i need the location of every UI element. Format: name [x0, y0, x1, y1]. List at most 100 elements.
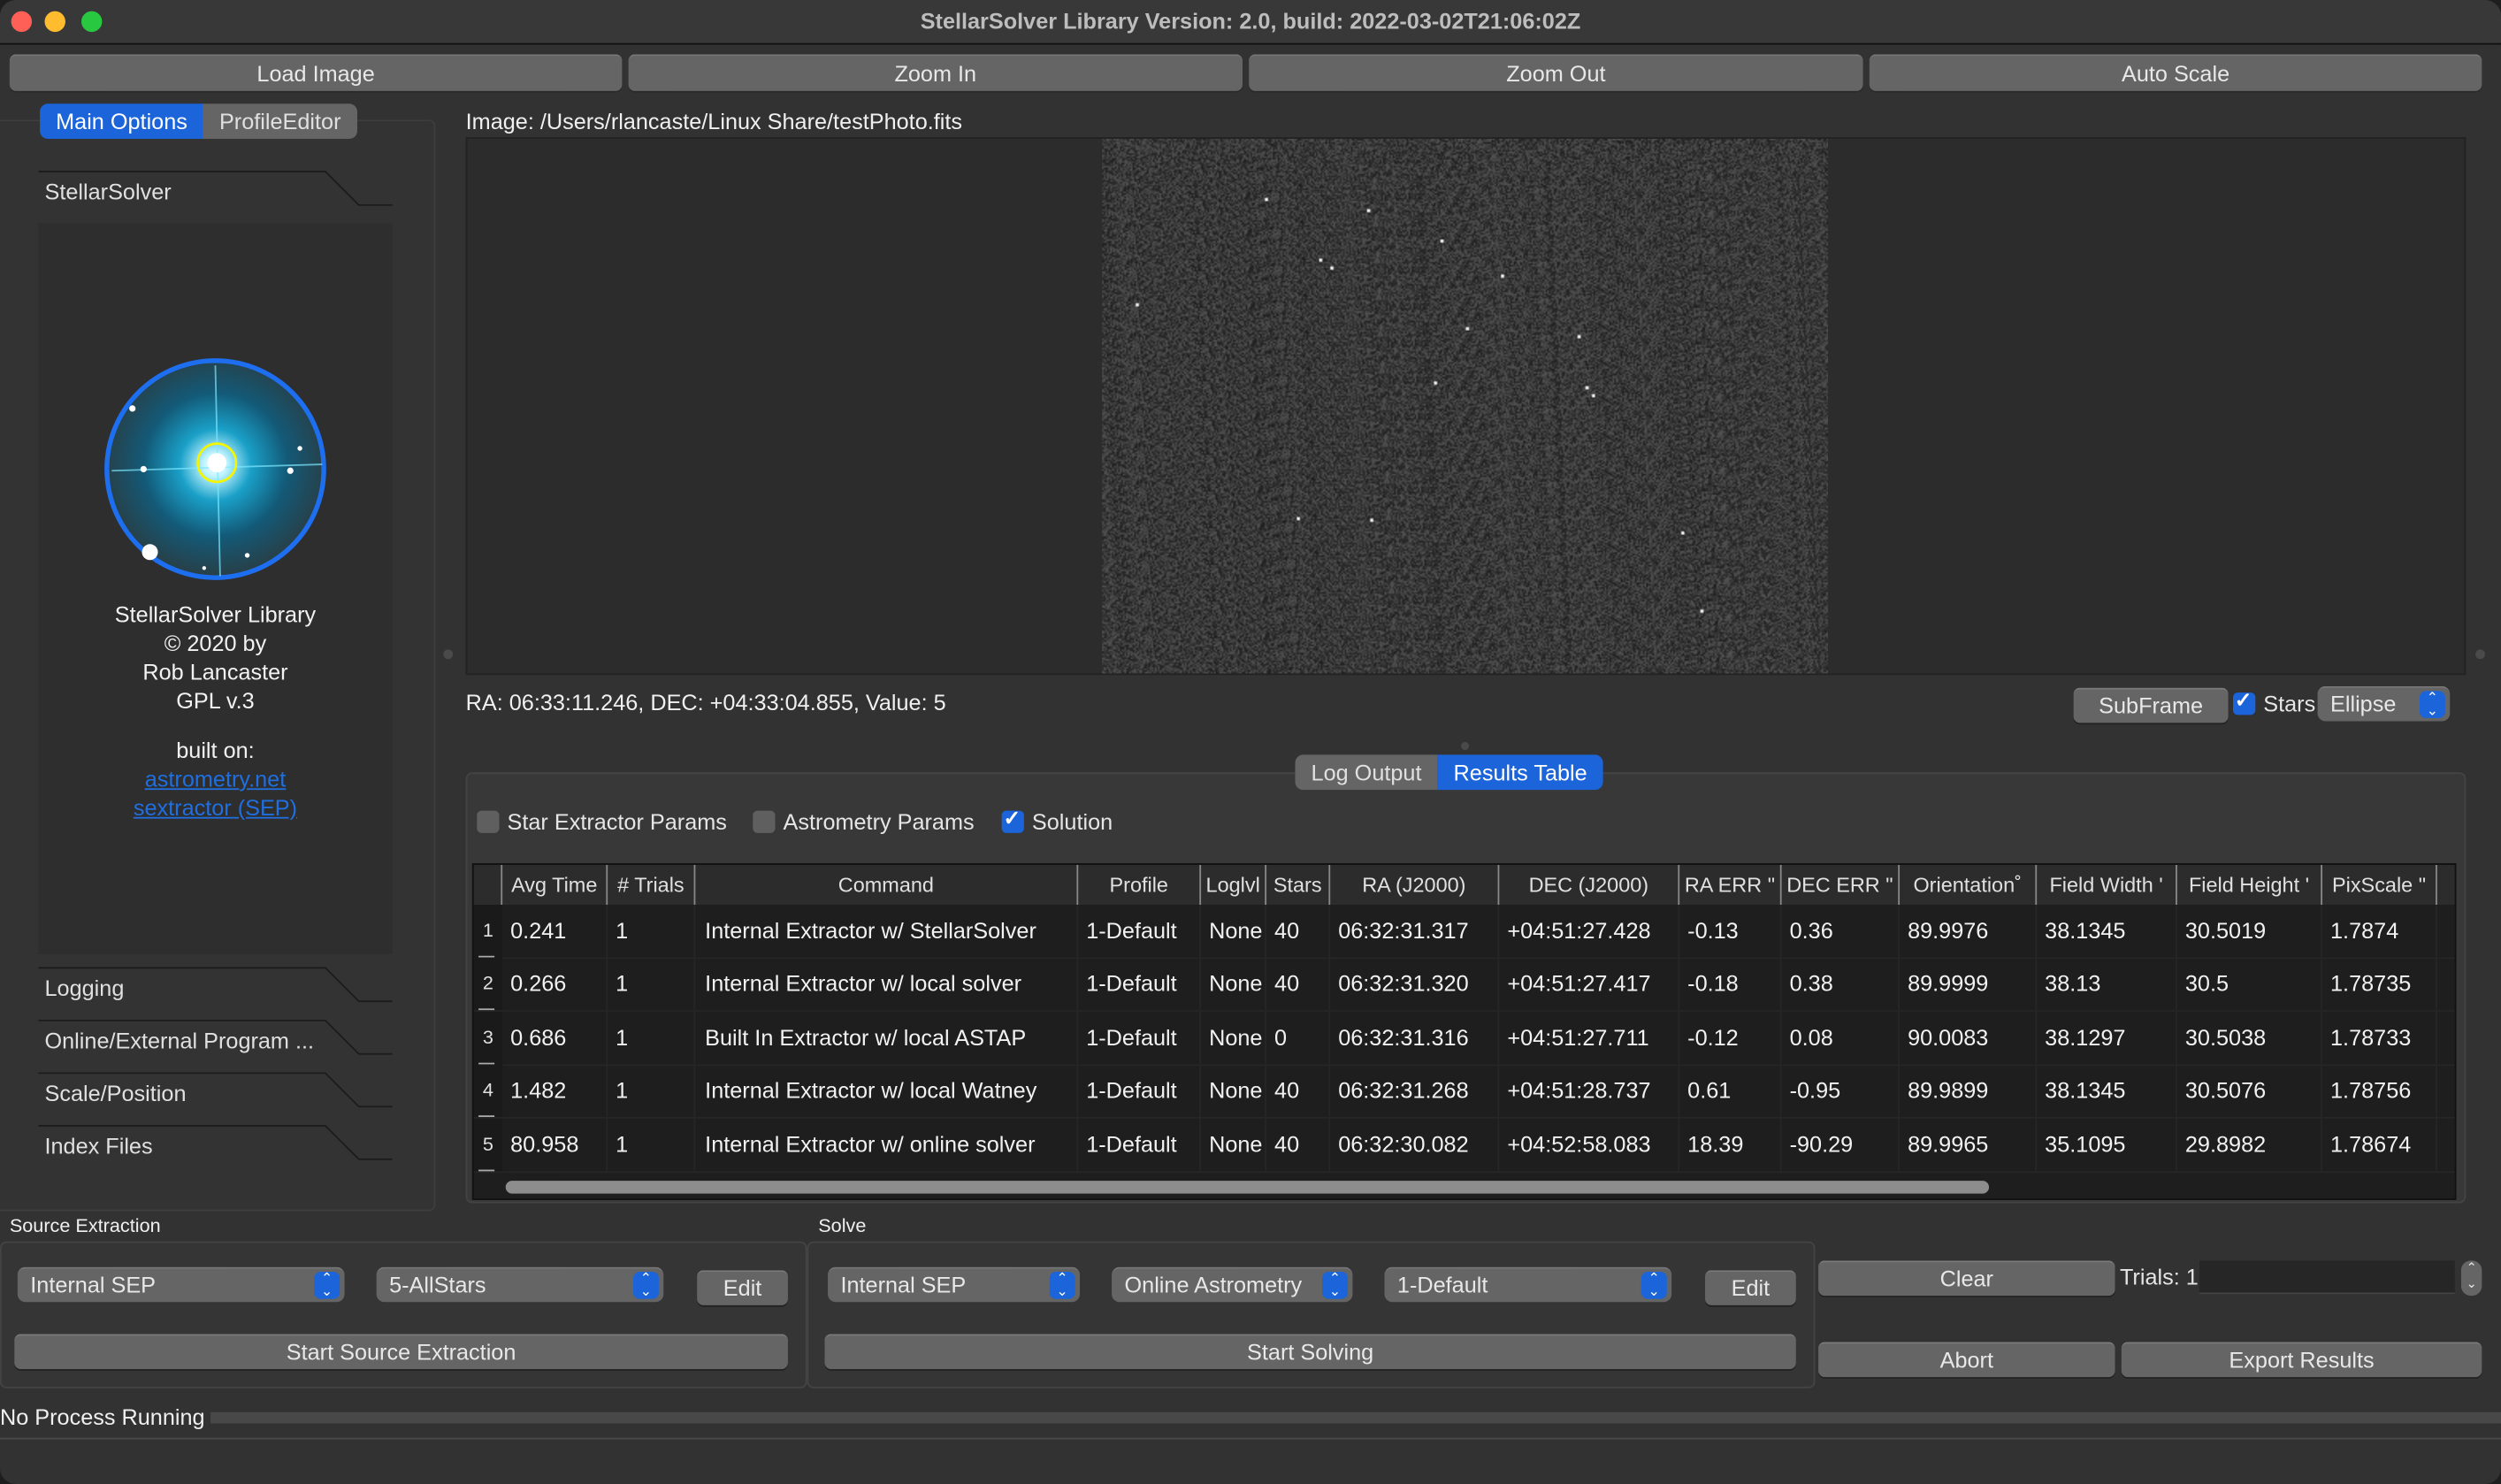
- column-header[interactable]: RA (J2000): [1330, 864, 1500, 906]
- table-cell: 1: [608, 1011, 696, 1065]
- app-window: StellarSolver Library Version: 2.0, buil…: [0, 0, 2501, 1484]
- tab-log-output[interactable]: Log Output: [1295, 754, 1438, 791]
- table-cell: +04:52:58.083: [1499, 1118, 1680, 1171]
- image-path-label: Image: /Users/rlancaste/Linux Share/test…: [465, 108, 963, 134]
- column-header[interactable]: Field Height ': [2177, 864, 2322, 906]
- table-cell: Internal Extractor w/ online solver: [695, 1118, 1079, 1171]
- table-cell: 80.958: [502, 1118, 608, 1171]
- section-scale-position[interactable]: Scale/Position: [38, 1072, 393, 1113]
- auto-scale-button[interactable]: Auto Scale: [1869, 54, 2482, 91]
- table-cell: 38.1297: [2037, 1011, 2177, 1065]
- column-header[interactable]: DEC ERR ": [1782, 864, 1901, 906]
- zoom-out-button[interactable]: Zoom Out: [1249, 54, 1863, 91]
- results-table[interactable]: Avg Time # Trials Command Profile Loglvl Star…: [471, 863, 2457, 1200]
- row-number[interactable]: 4: [473, 1064, 503, 1118]
- table-cell: 06:32:30.082: [1330, 1118, 1500, 1171]
- tab-results-table[interactable]: Results Table: [1437, 754, 1603, 791]
- splitter-handle[interactable]: [2475, 649, 2485, 660]
- table-cell: Internal Extractor w/ local Watney: [695, 1064, 1079, 1118]
- table-cell: -0.13: [1679, 905, 1782, 958]
- star-extractor-params-checkbox[interactable]: [477, 810, 500, 833]
- extraction-edit-button[interactable]: Edit: [697, 1270, 788, 1305]
- column-header[interactable]: Loglvl: [1201, 864, 1267, 906]
- column-header[interactable]: Profile: [1078, 864, 1202, 906]
- abort-button[interactable]: Abort: [1818, 1342, 2115, 1378]
- about-panel: StellarSolver Library © 2020 by Rob Lanc…: [38, 223, 393, 954]
- star-shape-select[interactable]: Ellipse ⌃ ⌄: [2317, 685, 2451, 722]
- table-cell: 89.9965: [1900, 1118, 2038, 1171]
- section-online-external-programs[interactable]: Online/External Program ...: [38, 1019, 393, 1061]
- source-extractor-select[interactable]: Internal SEP ⌃ ⌄: [17, 1266, 345, 1303]
- table-cell: 0.36: [1782, 905, 1901, 958]
- row-number[interactable]: 5: [473, 1118, 503, 1171]
- image-viewer[interactable]: [465, 137, 2467, 676]
- stars-checkbox[interactable]: [2232, 688, 2256, 715]
- title-bar: StellarSolver Library Version: 2.0, buil…: [0, 0, 2501, 45]
- table-cell: 30.5076: [2177, 1064, 2322, 1118]
- clear-button[interactable]: Clear: [1818, 1260, 2115, 1297]
- solve-profile-select[interactable]: 1-Default ⌃ ⌄: [1384, 1266, 1672, 1303]
- table-cell: 40: [1266, 1064, 1331, 1118]
- column-header[interactable]: DEC (J2000): [1499, 864, 1680, 906]
- table-cell: 40: [1266, 1118, 1331, 1171]
- tab-profile-editor[interactable]: ProfileEditor: [203, 103, 357, 139]
- table-row[interactable]: 4 1.482 1 Internal Extractor w/ local Watne…: [473, 1064, 2455, 1120]
- table-cell: 1-Default: [1078, 1064, 1202, 1118]
- solution-label: Solution: [1031, 808, 1113, 835]
- column-header[interactable]: Field Width ': [2037, 864, 2177, 906]
- solve-extractor-value: Internal SEP: [840, 1272, 967, 1297]
- row-number[interactable]: 2: [473, 958, 503, 1011]
- table-cell: -90.29: [1782, 1118, 1901, 1171]
- table-cell: +04:51:27.417: [1499, 958, 1680, 1011]
- solve-extractor-select[interactable]: Internal SEP ⌃ ⌄: [828, 1266, 1081, 1303]
- horizontal-scrollbar[interactable]: [505, 1181, 1990, 1194]
- table-row[interactable]: 1 0.241 1 Internal Extractor w/ StellarSolv…: [473, 905, 2455, 960]
- table-cell: 1.78674: [2322, 1118, 2437, 1171]
- updown-chevron-icon: ⌃ ⌄: [633, 1271, 659, 1299]
- row-number[interactable]: 1: [473, 905, 503, 958]
- column-header[interactable]: RA ERR ": [1679, 864, 1782, 906]
- trials-input[interactable]: [2199, 1260, 2455, 1295]
- splitter-handle[interactable]: [443, 649, 454, 660]
- export-results-button[interactable]: Export Results: [2121, 1342, 2482, 1378]
- astrometry-net-link[interactable]: astrometry.net: [38, 764, 392, 792]
- star-field-image[interactable]: [1102, 138, 1828, 674]
- section-label: Online/External Program ...: [44, 1027, 315, 1053]
- column-header[interactable]: PixScale ": [2322, 864, 2437, 906]
- splitter-handle[interactable]: [1461, 741, 1470, 751]
- source-extraction-group-label: Source Extraction: [9, 1214, 161, 1237]
- solver-select[interactable]: Online Astrometry ⌃ ⌄: [1112, 1266, 1353, 1303]
- table-row[interactable]: 5 80.958 1 Internal Extractor w/ online sol…: [473, 1118, 2455, 1173]
- section-index-files[interactable]: Index Files: [38, 1125, 393, 1167]
- table-cell: 0.38: [1782, 958, 1901, 1011]
- astrometry-params-checkbox[interactable]: [753, 810, 776, 833]
- section-logging[interactable]: Logging: [38, 967, 393, 1008]
- solve-edit-button[interactable]: Edit: [1705, 1270, 1796, 1305]
- column-header[interactable]: Avg Time: [502, 864, 608, 906]
- sextractor-sep-link[interactable]: sextractor (SEP): [38, 793, 392, 822]
- start-source-extraction-button[interactable]: Start Source Extraction: [14, 1334, 788, 1370]
- column-header[interactable]: Stars: [1266, 864, 1331, 906]
- trials-spinner[interactable]: ⌃ ⌄: [2460, 1260, 2482, 1297]
- load-image-button[interactable]: Load Image: [9, 54, 623, 91]
- column-header[interactable]: Orientation˚: [1900, 864, 2038, 906]
- table-cell: 06:32:31.320: [1330, 958, 1500, 1011]
- tab-main-options[interactable]: Main Options: [40, 103, 203, 139]
- start-solving-button[interactable]: Start Solving: [824, 1334, 1796, 1370]
- table-cell: 0.08: [1782, 1011, 1901, 1065]
- row-number[interactable]: 3: [473, 1011, 503, 1065]
- updown-chevron-icon: ⌃ ⌄: [1049, 1271, 1075, 1299]
- table-cell: 0.61: [1679, 1064, 1782, 1118]
- column-header[interactable]: Command: [695, 864, 1079, 906]
- extraction-profile-select[interactable]: 5-AllStars ⌃ ⌄: [376, 1266, 664, 1303]
- zoom-in-button[interactable]: Zoom In: [628, 54, 1243, 91]
- table-row[interactable]: 2 0.266 1 Internal Extractor w/ local solve…: [473, 958, 2455, 1013]
- section-stellarsolver[interactable]: StellarSolver: [38, 171, 393, 212]
- subframe-button[interactable]: SubFrame: [2073, 687, 2229, 723]
- table-row[interactable]: 3 0.686 1 Built In Extractor w/ local ASTAP…: [473, 1011, 2455, 1066]
- solution-checkbox[interactable]: [1001, 806, 1024, 833]
- progress-bar: [210, 1411, 2501, 1424]
- table-cell: 06:32:31.316: [1330, 1011, 1500, 1065]
- column-header[interactable]: # Trials: [608, 864, 696, 906]
- table-cell: 0.266: [502, 958, 608, 1011]
